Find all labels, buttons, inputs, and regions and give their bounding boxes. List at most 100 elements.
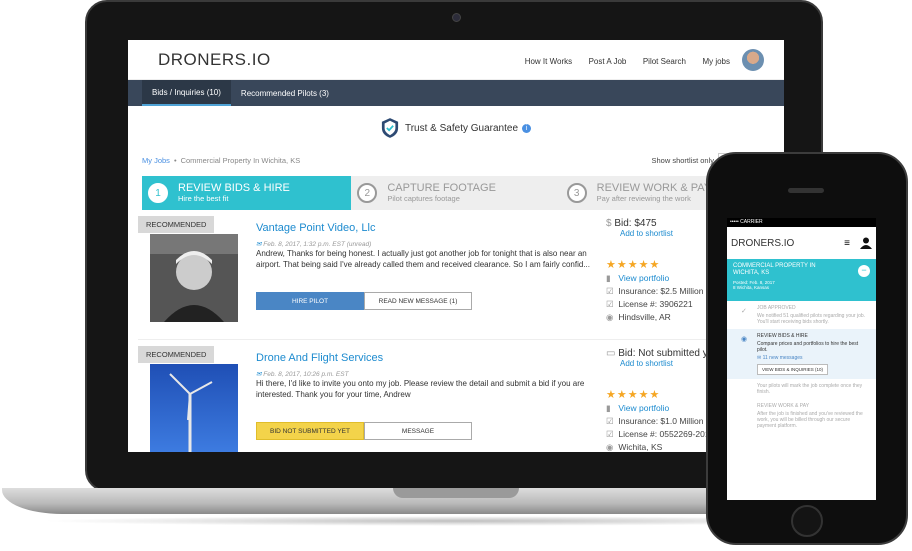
laptop-notch xyxy=(393,488,519,498)
step-title: REVIEW WORK & PAY xyxy=(596,182,712,194)
info-icon[interactable]: i xyxy=(522,123,532,133)
phone-step-text: After the job is finished and you've rev… xyxy=(757,411,863,429)
new-messages-note: ✉ 11 new messages xyxy=(757,355,870,361)
progress-steps: 1 REVIEW BIDS & HIRE Hire the best fit 2 … xyxy=(142,176,770,210)
tab-recommended-pilots[interactable]: Recommended Pilots (3) xyxy=(231,80,339,106)
phone-screen: ••••• CARRIER DRONERS.IO ≡ COMMERCIAL PR… xyxy=(727,218,876,500)
user-icon[interactable] xyxy=(860,237,872,249)
view-portfolio-link[interactable]: View portfolio xyxy=(618,273,669,283)
rating-stars: ★★★★★ xyxy=(606,259,661,271)
main-nav: How It Works Post A Job Pilot Search My … xyxy=(513,51,730,69)
new-messages-count: 11 new messages xyxy=(762,355,803,361)
step-review-bids: 1 REVIEW BIDS & HIRE Hire the best fit xyxy=(142,176,352,210)
step-title: CAPTURE FOOTAGE xyxy=(387,182,496,194)
check-icon: ☑ xyxy=(606,429,614,439)
current-step-icon: ◉ xyxy=(741,336,748,343)
step-number: 2 xyxy=(357,183,378,203)
message-button[interactable]: MESSAGE xyxy=(364,422,472,440)
nav-post-a-job[interactable]: Post A Job xyxy=(589,57,627,66)
top-bar: DRONERS.IO How It Works Post A Job Pilot… xyxy=(128,40,784,80)
phone-step: ✓ JOB APPROVED We notified 51 qualified … xyxy=(727,301,876,329)
recommended-badge: RECOMMENDED xyxy=(138,346,215,363)
webcam-icon xyxy=(452,13,461,22)
phone-step-title: REVIEW WORK & PAY xyxy=(757,403,810,409)
phone-step-title: JOB APPROVED xyxy=(757,305,796,311)
breadcrumb-current: Commercial Property In Wichita, KS xyxy=(180,155,301,165)
view-portfolio-link[interactable]: View portfolio xyxy=(618,403,669,413)
rating-stars: ★★★★★ xyxy=(606,389,661,401)
location-value: Wichita, KS xyxy=(618,442,663,452)
breadcrumb: My Jobs • Commercial Property In Wichita… xyxy=(128,150,784,170)
location-icon: ◉ xyxy=(606,442,614,452)
add-to-shortlist-link[interactable]: Add to shortlist xyxy=(620,229,703,238)
menu-icon[interactable]: ≡ xyxy=(844,238,850,249)
location-icon: ◉ xyxy=(606,312,614,322)
tab-bids-inquiries[interactable]: Bids / Inquiries (10) xyxy=(142,80,231,106)
trust-label: Trust & Safety Guarantee xyxy=(404,122,519,134)
card-icon: ▭ xyxy=(606,348,619,359)
pilot-photo xyxy=(150,234,238,322)
shortlist-toggle-label: Show shortlist only xyxy=(651,155,714,165)
step-title: REVIEW BIDS & HIRE xyxy=(178,182,290,194)
pilot-details: ▭ Bid: Not submitted y Add to shortlist … xyxy=(606,348,714,452)
phone-step-title: REVIEW BIDS & HIRE xyxy=(757,333,808,339)
status-bar: ••••• CARRIER xyxy=(727,218,876,227)
bid-amount: Bid: Not submitted y xyxy=(618,348,708,359)
add-to-shortlist-link[interactable]: Add to shortlist xyxy=(620,359,714,368)
trust-banner: Trust & Safety Guarantee i xyxy=(128,106,784,150)
bid-amount: Bid: $475 xyxy=(614,218,657,229)
laptop-screen: DRONERS.IO How It Works Post A Job Pilot… xyxy=(128,40,784,452)
pilot-details: $ Bid: $475 Add to shortlist ★★★★★ ▮ Vie… xyxy=(606,218,703,323)
nav-my-jobs[interactable]: My jobs xyxy=(702,57,730,66)
site-logo[interactable]: DRONERS.IO xyxy=(158,50,513,70)
pilot-card: RECOMMENDED Vantage Point Video, Llc ✉ F… xyxy=(138,210,774,340)
phone-step-text: Compare prices and portfolios to hire th… xyxy=(757,341,859,353)
device-mockup: DRONERS.IO How It Works Post A Job Pilot… xyxy=(0,0,912,551)
view-bids-button[interactable]: VIEW BIDS & INQUIRIES (10) xyxy=(757,364,829,375)
bid-not-submitted-button[interactable]: BID NOT SUBMITTED YET xyxy=(256,422,364,440)
check-icon: ☑ xyxy=(606,286,614,296)
message-preview: Andrew, Thanks for being honest. I actua… xyxy=(256,249,590,269)
phone-step-active: ◉ REVIEW BIDS & HIRE Compare prices and … xyxy=(727,329,876,379)
read-message-button[interactable]: READ NEW MESSAGE (1) xyxy=(364,292,472,310)
phone-step-text: Your pilots will mark the job complete o… xyxy=(757,383,863,395)
phone-logo[interactable]: DRONERS.IO xyxy=(731,238,844,249)
breadcrumb-my-jobs[interactable]: My Jobs xyxy=(142,156,170,165)
pilot-card: RECOMMENDED Drone And Flight Services ✉ … xyxy=(138,340,774,452)
phone-step: REVIEW WORK & PAY After the job is finis… xyxy=(727,399,876,433)
phone-step-text: We notified 51 qualified pilots regardin… xyxy=(757,313,866,325)
insurance-value: Insurance: $1.0 Million xyxy=(618,416,704,426)
shield-icon xyxy=(381,118,399,138)
nav-how-it-works[interactable]: How It Works xyxy=(525,57,572,66)
message-preview: Hi there, I'd like to invite you onto my… xyxy=(256,379,585,399)
step-number: 1 xyxy=(148,183,168,203)
breadcrumb-separator: • xyxy=(173,155,177,165)
message-meta: ✉ Feb. 8, 2017, 10:26 p.m. EST xyxy=(256,370,349,378)
step-number: 3 xyxy=(566,183,587,203)
home-button[interactable] xyxy=(791,505,823,537)
pilot-photo xyxy=(150,364,238,452)
tab-bar: Bids / Inquiries (10) Recommended Pilots… xyxy=(128,80,784,106)
collapse-icon[interactable]: − xyxy=(858,265,870,277)
signal-icon: ••••• xyxy=(730,219,741,225)
phone-speaker xyxy=(788,188,824,193)
license-value: License #: 0552269-2016 xyxy=(618,429,715,439)
hire-pilot-button[interactable]: HIRE PILOT xyxy=(256,292,364,310)
pilot-name[interactable]: Drone And Flight Services xyxy=(256,352,383,364)
step-capture-footage: 2 CAPTURE FOOTAGE Pilot captures footage xyxy=(351,176,561,210)
check-icon: ☑ xyxy=(606,416,614,426)
pilot-name[interactable]: Vantage Point Video, Llc xyxy=(256,222,375,234)
message-timestamp: Feb. 8, 2017, 1:32 p.m. EST (unread) xyxy=(263,241,372,248)
video-icon: ▮ xyxy=(606,403,611,413)
job-title: COMMERCIAL PROPERTY IN WICHITA, KS xyxy=(733,263,816,276)
phone-step: Your pilots will mark the job complete o… xyxy=(727,379,876,399)
avatar[interactable] xyxy=(742,48,764,71)
phone-header: DRONERS.IO ≡ xyxy=(727,227,876,259)
step-subtitle: Pilot captures footage xyxy=(387,194,460,203)
carrier-label: CARRIER xyxy=(740,219,763,225)
video-icon: ▮ xyxy=(606,273,611,283)
job-header: COMMERCIAL PROPERTY IN WICHITA, KS Poste… xyxy=(727,259,876,301)
insurance-value: Insurance: $2.5 Million xyxy=(618,286,704,296)
nav-pilot-search[interactable]: Pilot Search xyxy=(643,57,686,66)
step-subtitle: Pay after reviewing the work xyxy=(596,194,691,203)
